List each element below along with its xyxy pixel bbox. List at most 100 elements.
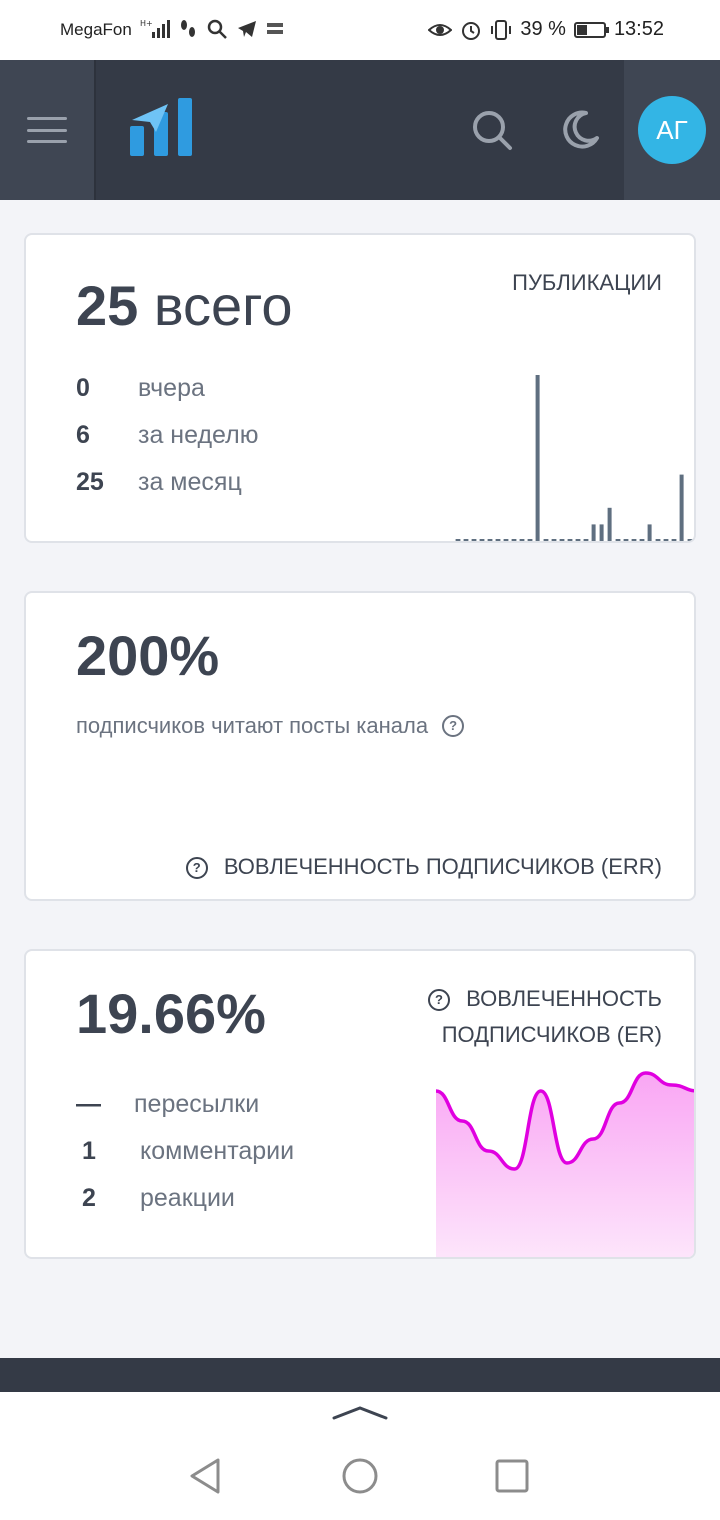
err-card: 200% подписчиков читают посты канала ? ?… [24, 591, 696, 901]
stat-label: комментарии [140, 1137, 295, 1165]
app-notification-icon [267, 23, 283, 34]
avatar: АГ [638, 96, 706, 164]
err-value: 200% [76, 624, 220, 687]
stat-row: 1 комментарии [76, 1128, 294, 1175]
chart-bar [687, 539, 693, 541]
chart-bar [527, 539, 533, 541]
app-logo[interactable] [128, 96, 194, 158]
back-icon[interactable] [188, 1456, 224, 1496]
stat-value: 0 [76, 374, 90, 402]
help-icon[interactable]: ? [428, 989, 451, 1012]
er-card: 19.66% ? ВОВЛЕЧЕННОСТЬ ПОДПИСЧИКОВ (ER) … [24, 949, 696, 1259]
er-label: ? ВОВЛЕЧЕННОСТЬ ПОДПИСЧИКОВ (ER) [428, 981, 662, 1053]
carrier-name: MegaFon [60, 20, 132, 39]
stat-row: — пересылки [76, 1081, 294, 1128]
publications-total: 25 всего [76, 273, 292, 338]
search-notification-icon [207, 19, 227, 39]
stat-row: 25 за месяц [76, 459, 258, 506]
chart-area [436, 1073, 694, 1257]
chart-bar [591, 524, 596, 541]
publications-total-suffix: всего [153, 274, 293, 337]
stat-row: 0 вчера [76, 365, 258, 412]
avatar-button[interactable]: АГ [624, 60, 720, 200]
chart-bar [615, 539, 621, 541]
chart-bar [479, 539, 485, 541]
chart-bar [599, 524, 604, 541]
chart-bar [631, 539, 637, 541]
chart-bar [519, 539, 525, 541]
home-icon[interactable] [340, 1456, 380, 1496]
clock: 13:52 [613, 18, 664, 40]
chart-bar [671, 539, 677, 541]
chart-bar [639, 539, 645, 541]
er-label-line1: ВОВЛЕЧЕННОСТЬ [466, 986, 662, 1011]
moon-icon[interactable] [558, 108, 602, 152]
chart-bar [535, 375, 540, 541]
er-stats: — пересылки 1 комментарии 2 реакции [76, 1081, 294, 1222]
vibrate-icon [491, 19, 512, 40]
publications-total-number: 25 [76, 274, 139, 337]
battery-icon [573, 21, 609, 38]
er-label-line2: ПОДПИСЧИКОВ (ER) [441, 1022, 662, 1047]
chart-bar [551, 539, 557, 541]
swipe-up-handle-icon[interactable] [332, 1404, 388, 1424]
stat-label: за неделю [138, 421, 259, 449]
telegram-icon [238, 21, 256, 37]
chart-bar [463, 539, 469, 541]
chart-bar [503, 539, 509, 541]
chart-bar [567, 539, 573, 541]
recents-icon[interactable] [494, 1458, 530, 1494]
chart-bar [487, 539, 493, 541]
stat-label: реакции [140, 1184, 235, 1212]
svg-text:H+: H+ [140, 19, 153, 28]
stat-label: вчера [138, 374, 205, 402]
stat-value: 2 [82, 1184, 96, 1212]
stat-value: 6 [76, 421, 90, 449]
chart-bar [607, 507, 612, 541]
chart-bar [655, 539, 661, 541]
alarm-icon [462, 21, 481, 40]
chart-bar [559, 539, 565, 541]
chart-bar [543, 539, 549, 541]
status-bar: MegaFon H+ 39 % 13:52 [0, 0, 720, 60]
app-header: АГ [0, 60, 720, 200]
footsteps-icon [181, 20, 195, 37]
chart-bar [455, 539, 461, 541]
publications-label: ПУБЛИКАЦИИ [512, 270, 662, 295]
eye-icon [428, 23, 453, 36]
menu-button[interactable] [0, 60, 96, 200]
chart-bar [495, 539, 501, 541]
publications-mini-chart [455, 375, 693, 541]
chart-bar [623, 539, 629, 541]
help-icon[interactable]: ? [442, 715, 465, 737]
status-icons-right: 39 % 13:52 [428, 18, 664, 41]
publications-card: 25 всего ПУБЛИКАЦИИ 0 вчера 6 за неделю … [24, 233, 696, 543]
chart-bar [679, 474, 684, 541]
err-description: подписчиков читают посты канала ? [76, 713, 465, 739]
stat-row: 2 реакции [76, 1175, 294, 1222]
battery-percent: 39 % [520, 18, 566, 40]
chart-bar [471, 539, 477, 541]
system-navigation-bar [0, 1392, 720, 1520]
err-label: ? ВОВЛЕЧЕННОСТЬ ПОДПИСЧИКОВ (ERR) [185, 849, 662, 885]
stat-value: 25 [76, 468, 104, 496]
search-icon[interactable] [470, 108, 514, 152]
menu-icon [27, 117, 67, 143]
chart-bar [663, 539, 669, 541]
stat-row: 6 за неделю [76, 412, 258, 459]
err-label-text: ВОВЛЕЧЕННОСТЬ ПОДПИСЧИКОВ (ERR) [223, 854, 662, 879]
chart-bar [575, 539, 581, 541]
er-value: 19.66% [76, 982, 266, 1045]
stat-label: за месяц [138, 468, 242, 496]
stat-label: пересылки [134, 1090, 260, 1118]
stat-value: — [76, 1090, 101, 1118]
help-icon[interactable]: ? [185, 857, 208, 880]
chart-bar [647, 524, 652, 541]
er-area-chart [436, 1071, 694, 1257]
stat-value: 1 [82, 1137, 96, 1165]
err-description-text: подписчиков читают посты канала [76, 713, 429, 738]
status-icons-left: H+ [140, 18, 284, 40]
publications-stats: 0 вчера 6 за неделю 25 за месяц [76, 365, 258, 506]
chart-bar [583, 539, 589, 541]
signal-icon: H+ [140, 19, 170, 38]
